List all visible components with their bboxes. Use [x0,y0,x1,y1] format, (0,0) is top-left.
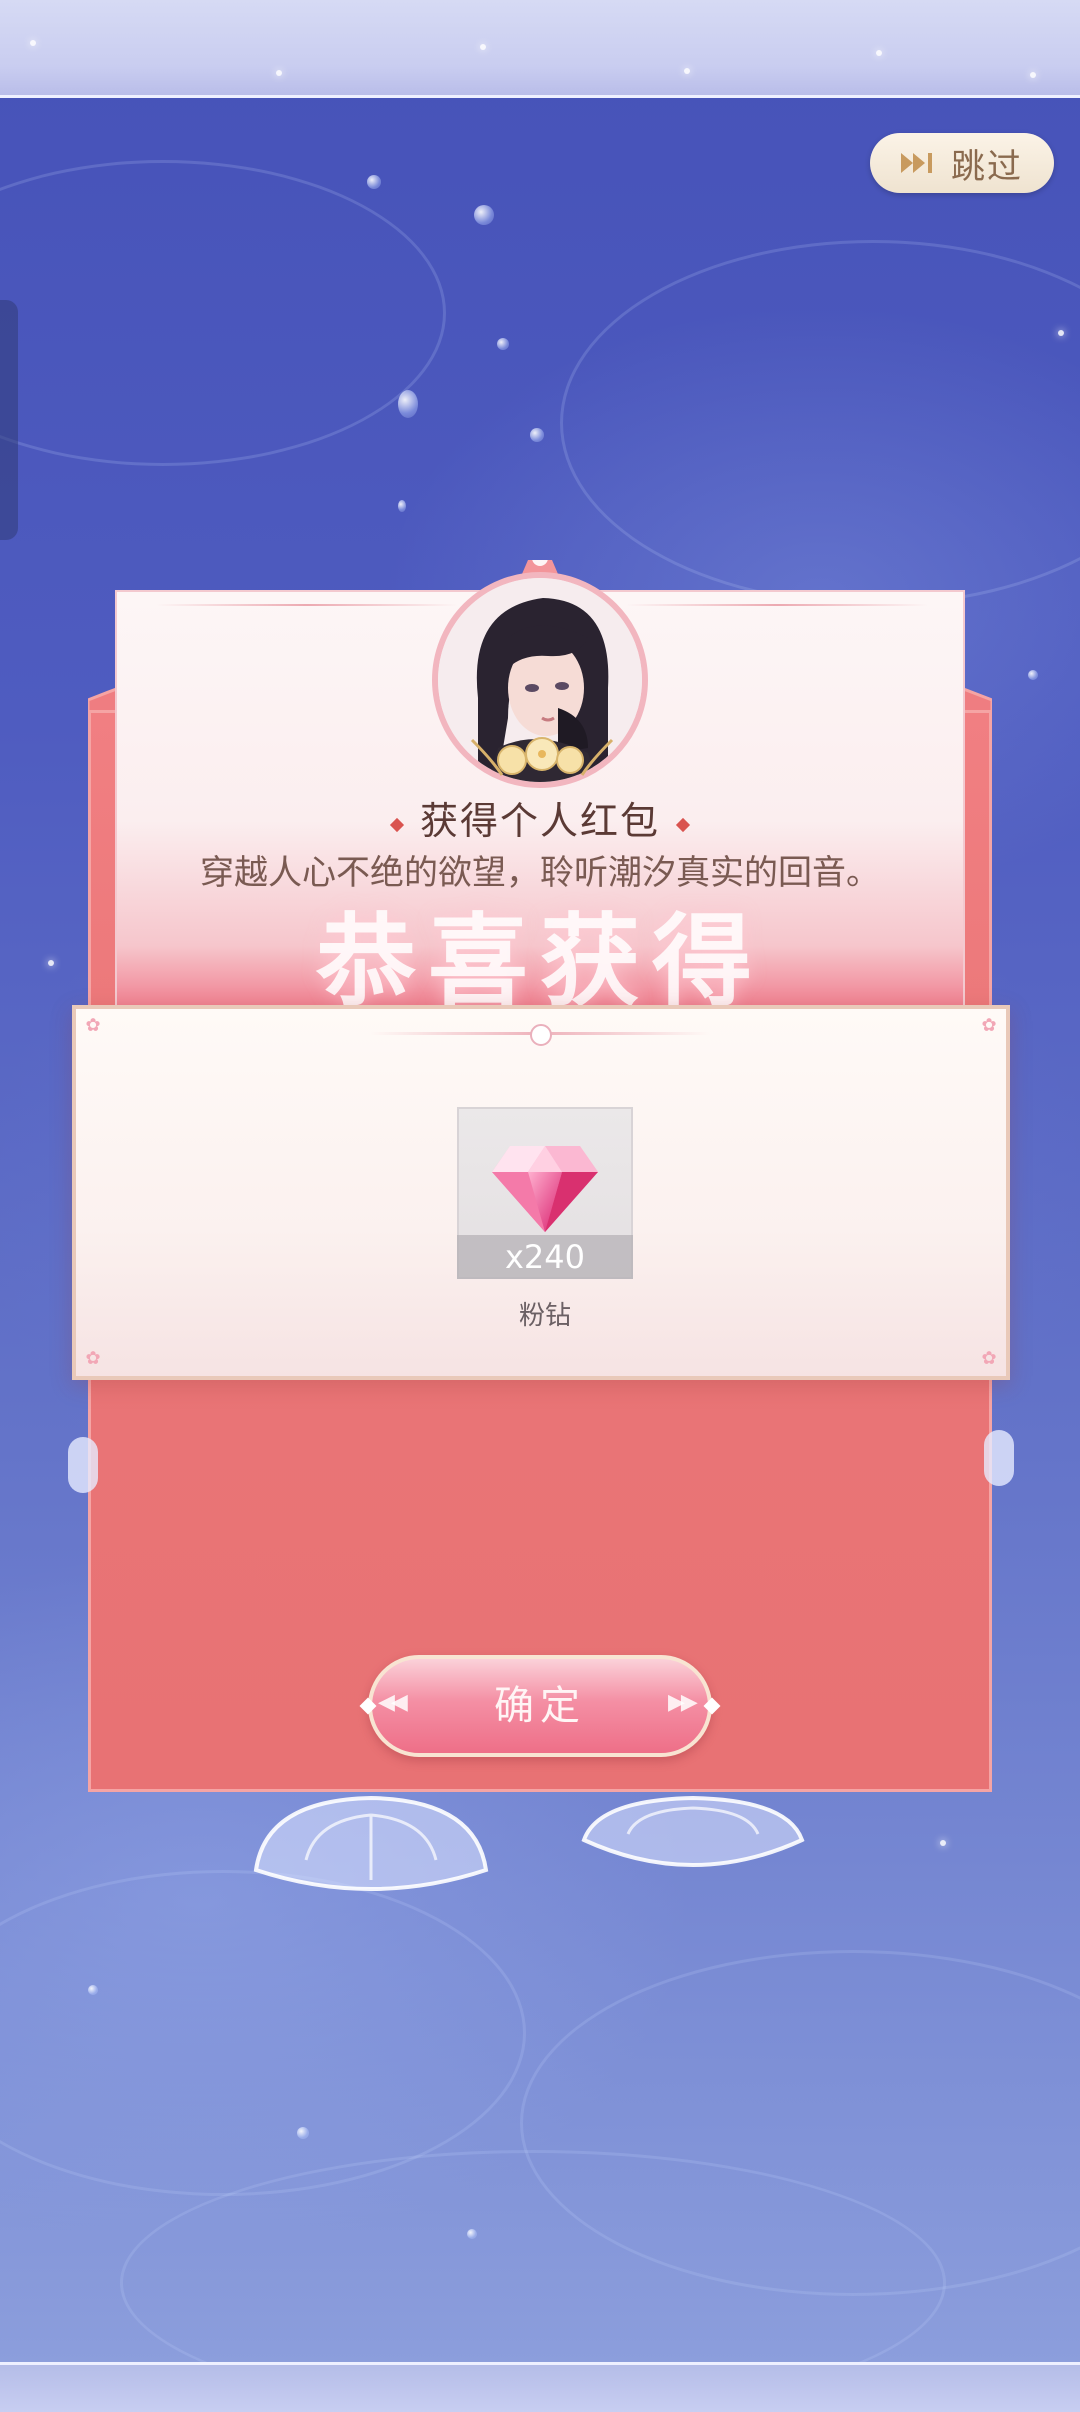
sparkle [1030,72,1036,78]
panel-divider-knot-icon [530,1024,552,1046]
flower-corner-icon: ✿ [85,1015,101,1036]
sparkle [30,40,36,46]
bubble [367,175,381,189]
item-count: x240 [504,1238,585,1276]
letter-title-text: 获得个人红包 [419,799,660,843]
diamond-ornament-icon [389,817,405,832]
pink-diamond-icon [492,1146,598,1232]
fast-forward-icon [901,153,932,173]
bottom-frame [0,2362,1080,2412]
flower-corner-icon: ✿ [85,1348,101,1369]
bubble [88,1985,98,1995]
seashell-edge-left [68,1437,98,1493]
side-drawer-handle[interactable] [0,300,18,540]
bubble [474,205,494,225]
congrats-banner: 恭喜获得 [316,902,764,1020]
item-name: 粉钻 [518,1301,571,1331]
seashell-right [581,1795,805,1867]
water-caustic [0,160,446,466]
sparkle [276,70,282,76]
bubble [1028,670,1038,680]
letter-ornament-line [627,604,927,606]
sparkle [940,1840,946,1846]
letter-title: 获得个人红包 [0,790,1080,845]
bubble [467,2229,477,2239]
bubble [398,390,418,418]
seashell-left [253,1795,489,1891]
seashell-edge-right [984,1430,1014,1486]
sparkle [480,44,486,50]
sparkle [876,50,882,56]
confirm-label[interactable]: 确定 [368,1655,712,1757]
water-caustic [0,1870,526,2196]
skip-button[interactable]: 跳过 [870,133,1054,193]
diamond-ornament-icon [675,817,691,832]
bubble [297,2127,309,2139]
skip-label: 跳过 [951,146,1023,187]
flower-corner-icon: ✿ [981,1015,997,1036]
bubble [497,338,509,350]
letter-ornament-line [157,604,457,606]
avatar-flower-decoration [470,737,614,776]
sparkle [684,68,690,74]
bubble [530,428,544,442]
sparkle [1058,330,1064,336]
top-frame [0,0,1080,98]
water-caustic [560,240,1080,606]
bubble [398,500,406,512]
flower-corner-icon: ✿ [981,1348,997,1369]
